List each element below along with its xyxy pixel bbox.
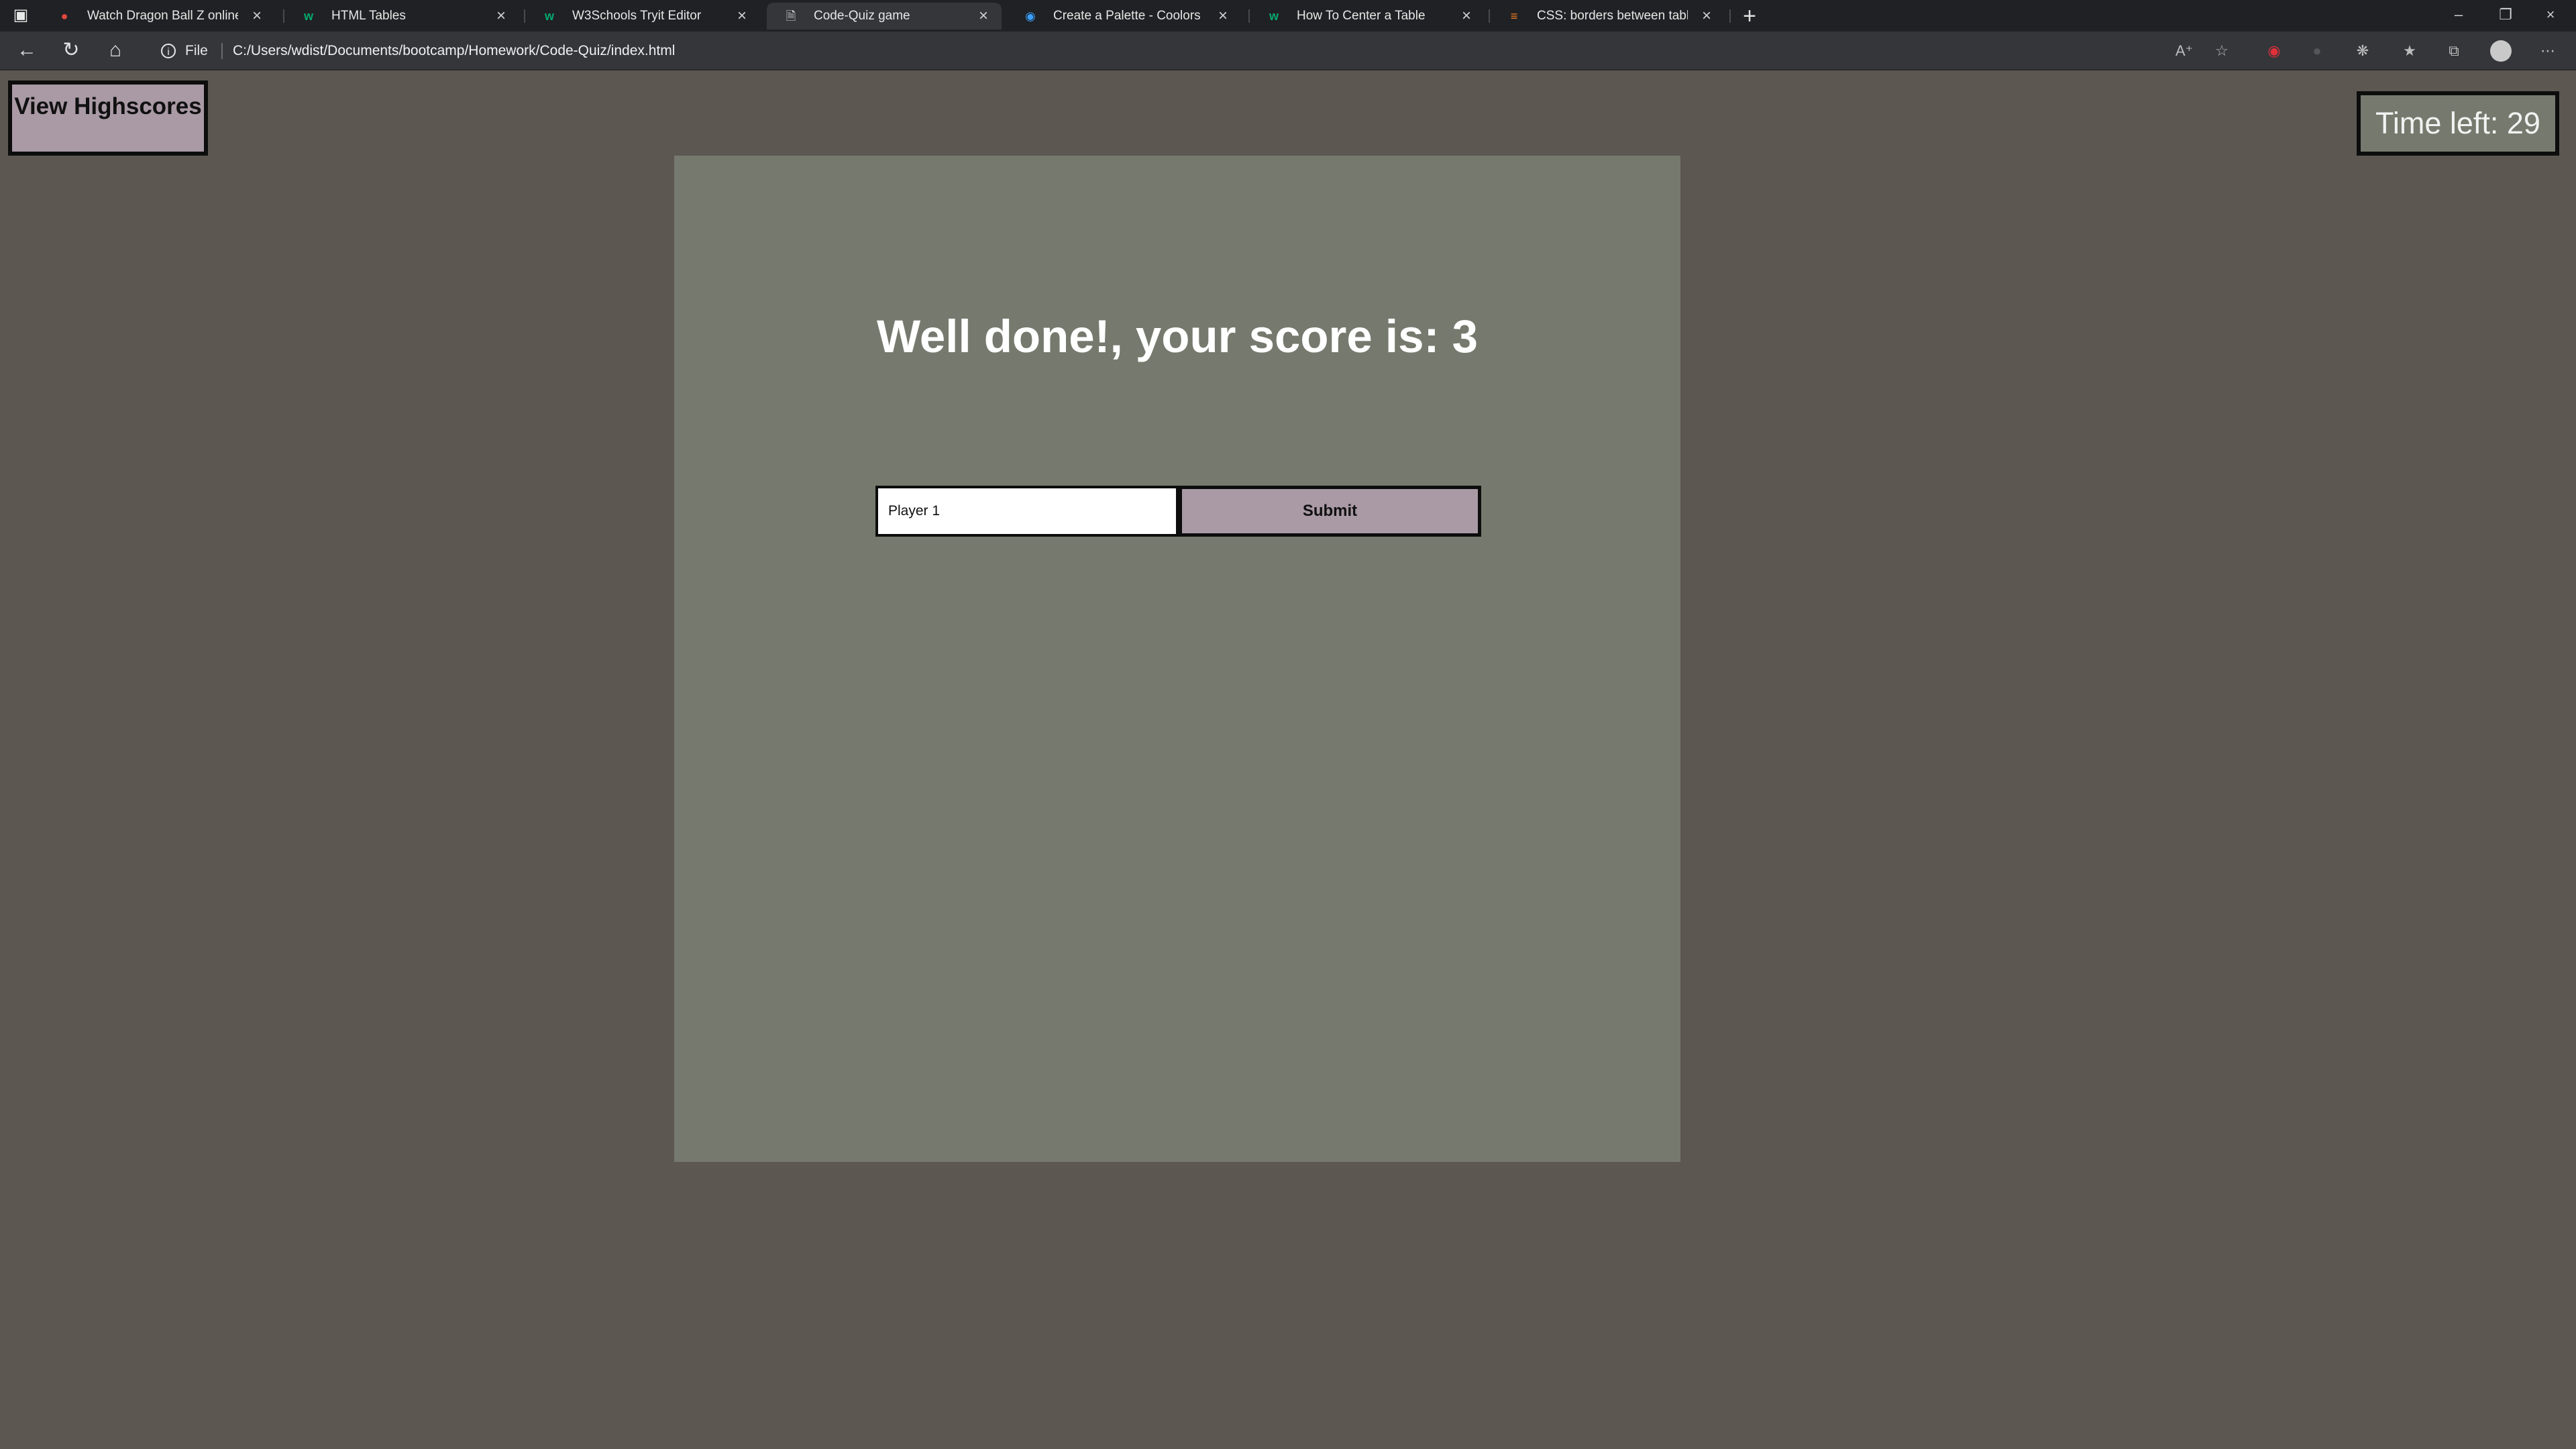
site-scheme-label: File — [185, 43, 208, 58]
close-icon[interactable]: × — [733, 3, 751, 30]
site-info-button[interactable]: i File — [161, 41, 223, 61]
result-heading: Well done!, your score is: 3 — [877, 311, 1478, 362]
profile-avatar-icon[interactable] — [2490, 40, 2512, 62]
tab-title: CSS: borders between table colu — [1537, 9, 1688, 23]
tab-code-quiz[interactable]: 🗎 Code-Quiz game × — [767, 3, 1002, 30]
tab-title: Code-Quiz game — [814, 9, 910, 23]
collections-icon[interactable]: ⧉ — [2445, 42, 2463, 60]
stackoverflow-favicon-icon: ≡ — [1510, 9, 1518, 23]
coolors-favicon-icon: ◉ — [1025, 9, 1036, 23]
tab-title: HTML Tables — [331, 9, 406, 23]
minimize-icon[interactable]: – — [2438, 3, 2479, 27]
extension-icon[interactable]: ● — [2308, 42, 2326, 60]
tab-dragon-ball[interactable]: ● Watch Dragon Ball Z online free × — [40, 3, 275, 30]
w3schools-favicon-icon: w — [544, 9, 554, 23]
browser-tab-bar: ▣ ● Watch Dragon Ball Z online free × w … — [0, 0, 2576, 32]
tab-title: Create a Palette - Coolors — [1053, 9, 1201, 23]
address-bar-url[interactable]: C:/Users/wdist/Documents/bootcamp/Homewo… — [233, 41, 675, 61]
quiz-card: Well done!, your score is: 3 Submit — [674, 156, 1680, 1162]
tab-title: W3Schools Tryit Editor — [572, 9, 702, 23]
page-body: View Highscores Time left: 29 Well done!… — [0, 70, 2576, 1449]
tab-title: How To Center a Table — [1297, 9, 1426, 23]
time-left-display: Time left: 29 — [2357, 91, 2559, 156]
tab-center-table[interactable]: w How To Center a Table × — [1250, 3, 1485, 30]
window-close-icon[interactable]: × — [2530, 3, 2571, 27]
w3schools-favicon-icon: w — [303, 9, 313, 23]
close-icon[interactable]: × — [975, 3, 992, 30]
add-favorite-icon[interactable]: ☆ — [2212, 42, 2231, 60]
submit-button[interactable]: Submit — [1179, 486, 1481, 537]
tab-css-borders[interactable]: ≡ CSS: borders between table colu × — [1490, 3, 1725, 30]
tab-html-tables[interactable]: w HTML Tables × — [284, 3, 519, 30]
tab-coolors[interactable]: ◉ Create a Palette - Coolors × — [1006, 3, 1241, 30]
ublock-extension-icon[interactable]: ◉ — [2265, 42, 2284, 60]
new-tab-plus-icon[interactable]: + — [1737, 4, 1762, 28]
reload-icon[interactable]: ↻ — [58, 38, 85, 62]
address-divider — [221, 43, 223, 60]
close-icon[interactable]: × — [492, 3, 510, 30]
read-aloud-icon[interactable]: A⁺ — [2175, 42, 2194, 60]
w3schools-favicon-icon: w — [1269, 9, 1279, 23]
initials-input[interactable] — [875, 486, 1179, 537]
restore-icon[interactable]: ❐ — [2485, 3, 2526, 27]
view-highscores-button[interactable]: View Highscores — [8, 80, 208, 156]
extensions-puzzle-icon[interactable]: ❋ — [2353, 42, 2372, 60]
browser-toolbar: ← ↻ ⌂ i File C:/Users/wdist/Documents/boo… — [0, 32, 2576, 70]
dragon-ball-favicon-icon: ● — [60, 9, 68, 23]
close-icon[interactable]: × — [1698, 3, 1715, 30]
close-icon[interactable]: × — [1214, 3, 1232, 30]
more-menu-icon[interactable]: ⋯ — [2538, 42, 2557, 60]
tab-separator — [1729, 9, 1731, 23]
tab-actions-icon[interactable]: ▣ — [12, 7, 30, 24]
file-favicon-icon: 🗎 — [786, 9, 796, 23]
info-icon: i — [161, 44, 176, 59]
tab-title: Watch Dragon Ball Z online free — [87, 9, 238, 23]
tab-w3schools-tryit[interactable]: w W3Schools Tryit Editor × — [525, 3, 760, 30]
home-icon[interactable]: ⌂ — [102, 38, 129, 62]
back-arrow-icon[interactable]: ← — [13, 38, 40, 62]
close-icon[interactable]: × — [1458, 3, 1475, 30]
favorites-icon[interactable]: ★ — [2400, 42, 2419, 60]
close-icon[interactable]: × — [248, 3, 266, 30]
